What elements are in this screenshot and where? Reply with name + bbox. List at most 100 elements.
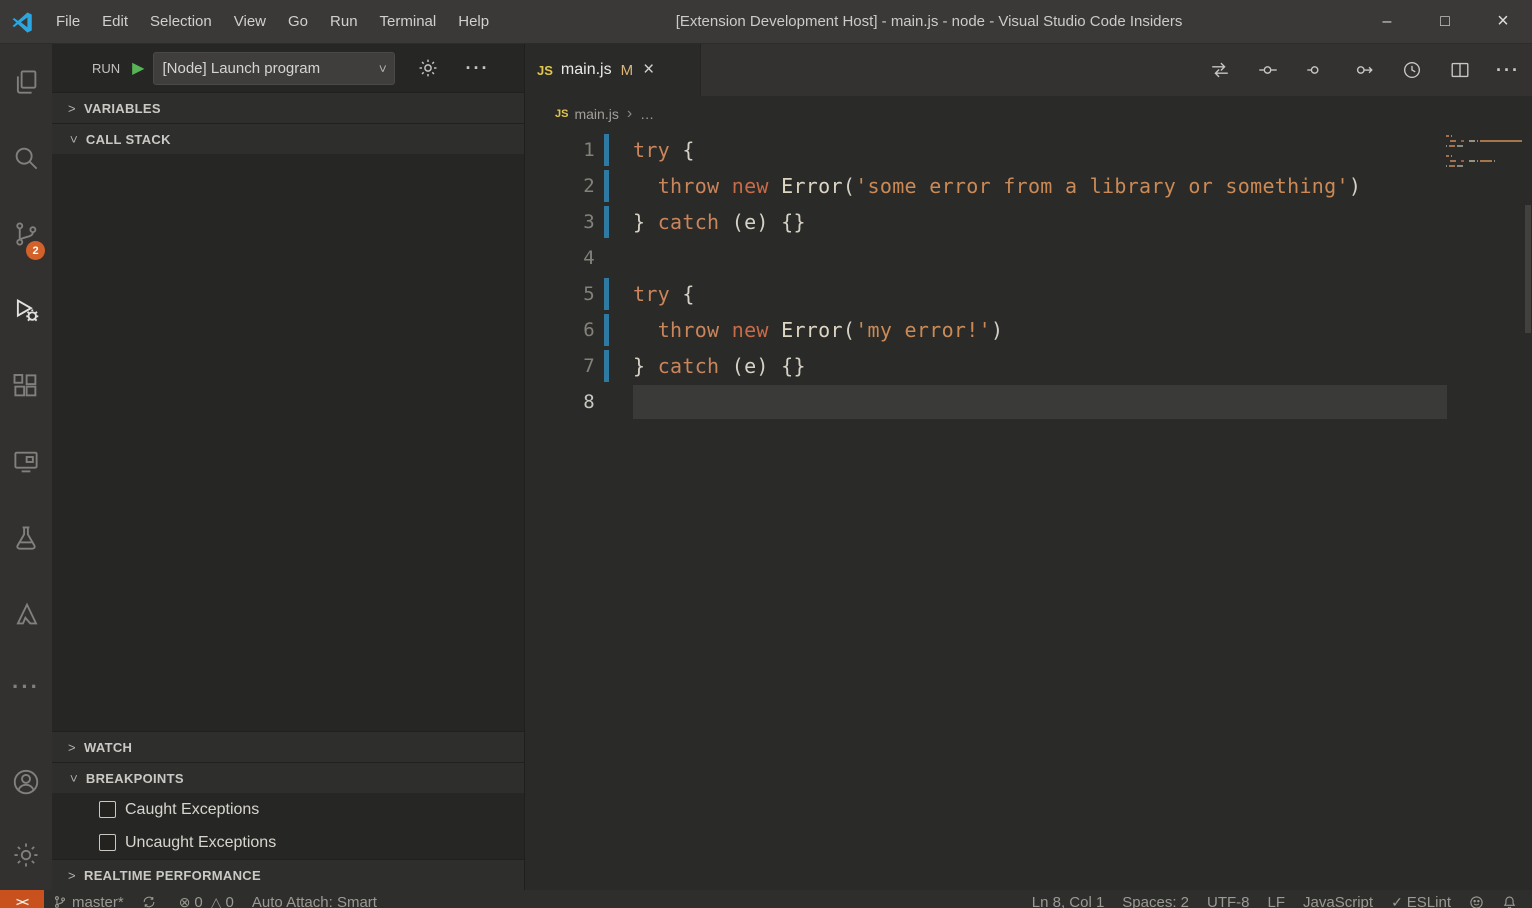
activitybar-item-extensions[interactable] bbox=[0, 348, 52, 424]
scrollbar[interactable] bbox=[1525, 205, 1531, 333]
code-text[interactable]: } catch (e) {} bbox=[633, 354, 806, 378]
start-debug-button[interactable]: ▶ bbox=[132, 58, 144, 78]
close-button[interactable]: × bbox=[1474, 0, 1532, 44]
code-line[interactable]: 3 } catch (e) {} bbox=[525, 204, 1532, 240]
debug-settings-gear-icon[interactable] bbox=[417, 57, 439, 79]
line-number[interactable]: 1 bbox=[525, 139, 595, 161]
sync-status[interactable] bbox=[133, 895, 170, 908]
code-text[interactable]: } catch (e) {} bbox=[633, 210, 806, 234]
cursor-position-status[interactable]: Ln 8, Col 1 bbox=[1023, 894, 1114, 908]
section-breakpoints[interactable]: > BREAKPOINTS bbox=[52, 762, 524, 793]
activitybar-item-search[interactable] bbox=[0, 120, 52, 196]
menu-terminal[interactable]: Terminal bbox=[369, 0, 448, 44]
section-variables-label: VARIABLES bbox=[84, 101, 161, 116]
run-view-title: RUN bbox=[92, 61, 120, 76]
activitybar-item-remote-explorer[interactable] bbox=[0, 424, 52, 500]
warning-count: 0 bbox=[226, 894, 234, 908]
activitybar-item-more[interactable]: ··· bbox=[0, 652, 52, 722]
next-change-icon[interactable] bbox=[1352, 58, 1376, 82]
section-watch[interactable]: > WATCH bbox=[52, 731, 524, 762]
remote-indicator[interactable]: >< bbox=[0, 890, 44, 908]
section-variables[interactable]: > VARIABLES bbox=[52, 92, 524, 123]
git-branch-status[interactable]: master* bbox=[44, 894, 133, 908]
code-editor[interactable]: 1 try { 2 throw new Error('some error from… bbox=[525, 132, 1532, 890]
activitybar-item-explorer[interactable] bbox=[0, 44, 52, 120]
minimap[interactable] bbox=[1446, 135, 1522, 175]
breakpoint-row-uncaught[interactable]: Uncaught Exceptions bbox=[52, 826, 524, 859]
problems-status[interactable]: ⊗ 0 △ 0 bbox=[170, 894, 243, 908]
line-number[interactable]: 4 bbox=[525, 247, 595, 269]
code-line[interactable]: 4 bbox=[525, 240, 1532, 276]
encoding-status[interactable]: UTF-8 bbox=[1198, 894, 1259, 908]
branch-icon bbox=[53, 895, 67, 908]
section-watch-label: WATCH bbox=[84, 740, 132, 755]
menu-view[interactable]: View bbox=[223, 0, 277, 44]
menu-selection[interactable]: Selection bbox=[139, 0, 223, 44]
line-number[interactable]: 2 bbox=[525, 175, 595, 197]
code-text[interactable]: throw new Error('my error!') bbox=[633, 318, 1003, 342]
line-number[interactable]: 3 bbox=[525, 211, 595, 233]
more-views-icon: ··· bbox=[12, 674, 40, 700]
line-number[interactable]: 6 bbox=[525, 319, 595, 341]
feedback-status[interactable] bbox=[1460, 895, 1493, 908]
line-number[interactable]: 7 bbox=[525, 355, 595, 377]
activitybar-item-azure[interactable] bbox=[0, 576, 52, 652]
menu-edit[interactable]: Edit bbox=[91, 0, 139, 44]
gutter-modified-indicator bbox=[604, 170, 609, 202]
breadcrumb[interactable]: JS main.js › … bbox=[525, 96, 1532, 132]
breakpoint-row-caught[interactable]: Caught Exceptions bbox=[52, 793, 524, 826]
section-realtime-performance[interactable]: > REALTIME PERFORMANCE bbox=[52, 859, 524, 890]
error-count: 0 bbox=[194, 894, 202, 908]
debug-more-actions-icon[interactable]: ··· bbox=[465, 58, 489, 79]
code-text[interactable]: try { bbox=[633, 282, 695, 306]
code-text[interactable]: throw new Error('some error from a libra… bbox=[633, 174, 1361, 198]
prev-change-icon[interactable] bbox=[1256, 58, 1280, 82]
notifications-status[interactable] bbox=[1493, 895, 1526, 908]
activitybar-item-settings[interactable] bbox=[0, 820, 52, 890]
open-changes-icon[interactable] bbox=[1208, 58, 1232, 82]
eol-status[interactable]: LF bbox=[1259, 894, 1295, 908]
code-line[interactable]: 7 } catch (e) {} bbox=[525, 348, 1532, 384]
checkbox-caught-exceptions[interactable] bbox=[99, 801, 116, 818]
timeline-icon[interactable] bbox=[1400, 58, 1424, 82]
auto-attach-status[interactable]: Auto Attach: Smart bbox=[243, 894, 386, 908]
menu-run[interactable]: Run bbox=[319, 0, 369, 44]
vscode-window: File Edit Selection View Go Run Terminal… bbox=[0, 0, 1532, 908]
run-debug-sidebar: RUN ▶ [Node] Launch program > ··· > VARI… bbox=[52, 44, 524, 890]
activitybar-item-run-debug[interactable] bbox=[0, 272, 52, 348]
code-line[interactable]: 2 throw new Error('some error from a lib… bbox=[525, 168, 1532, 204]
checkbox-uncaught-exceptions[interactable] bbox=[99, 834, 116, 851]
activitybar-item-accounts[interactable] bbox=[0, 744, 52, 820]
sync-icon bbox=[142, 895, 156, 908]
tab-main-js[interactable]: JS main.js M × bbox=[525, 44, 701, 96]
activitybar-item-source-control[interactable]: 2 bbox=[0, 196, 52, 272]
indentation-status[interactable]: Spaces: 2 bbox=[1113, 894, 1198, 908]
bell-icon bbox=[1502, 895, 1517, 908]
minimize-button[interactable]: – bbox=[1358, 0, 1416, 44]
warning-icon: △ bbox=[211, 894, 222, 908]
code-line[interactable]: 8 bbox=[525, 384, 1532, 420]
language-status[interactable]: JavaScript bbox=[1294, 894, 1382, 908]
split-editor-icon[interactable] bbox=[1448, 58, 1472, 82]
activitybar-item-testing[interactable] bbox=[0, 500, 52, 576]
breadcrumb-file[interactable]: main.js bbox=[574, 106, 618, 122]
section-call-stack[interactable]: > CALL STACK bbox=[52, 123, 524, 154]
menu-file[interactable]: File bbox=[45, 0, 91, 44]
breakpoint-label: Caught Exceptions bbox=[125, 801, 259, 819]
code-line[interactable]: 1 try { bbox=[525, 132, 1532, 168]
menu-help[interactable]: Help bbox=[447, 0, 500, 44]
close-tab-icon[interactable]: × bbox=[643, 59, 654, 81]
more-actions-icon[interactable]: ··· bbox=[1496, 58, 1520, 82]
menu-go[interactable]: Go bbox=[277, 0, 319, 44]
eslint-status[interactable]: ✓ ESLint bbox=[1382, 894, 1460, 908]
line-number[interactable]: 8 bbox=[525, 391, 595, 413]
line-number[interactable]: 5 bbox=[525, 283, 595, 305]
code-text[interactable]: try { bbox=[633, 138, 695, 162]
code-line[interactable]: 5 try { bbox=[525, 276, 1532, 312]
code-line[interactable]: 6 throw new Error('my error!') bbox=[525, 312, 1532, 348]
breadcrumb-symbol[interactable]: … bbox=[640, 106, 654, 122]
maximize-button[interactable]: □ bbox=[1416, 0, 1474, 44]
launch-config-select[interactable]: [Node] Launch program > bbox=[153, 52, 395, 85]
status-bar: >< master* ⊗ 0 △ 0 Auto Attach: Smart Ln… bbox=[0, 890, 1532, 908]
change-overview-icon[interactable] bbox=[1304, 58, 1328, 82]
